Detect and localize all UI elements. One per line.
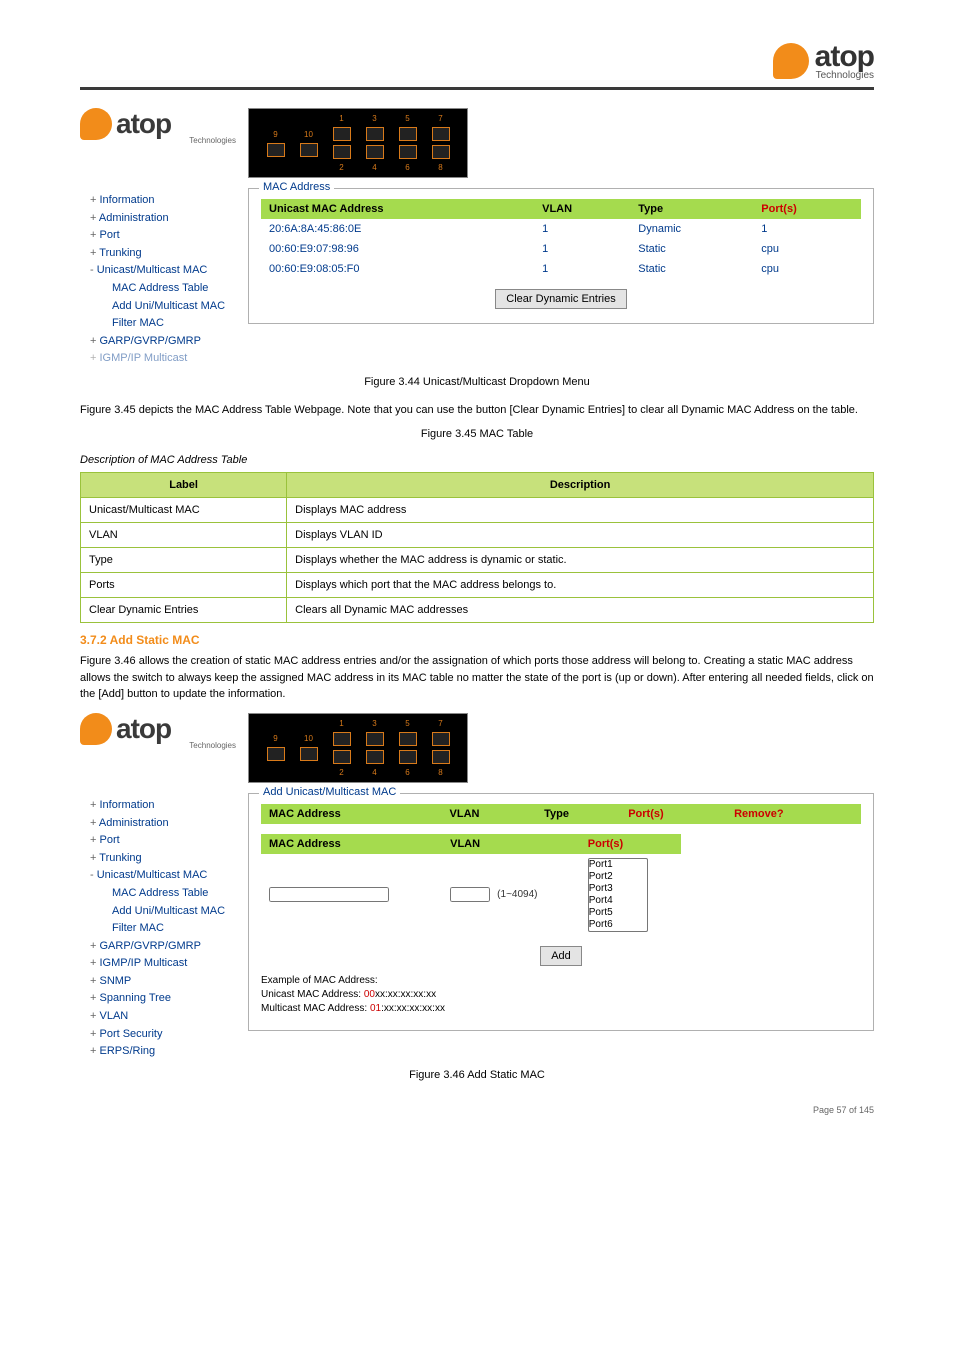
sidebar-item-spanning-tree[interactable]: Spanning Tree [90, 990, 240, 1008]
sidebar-item-vlan[interactable]: VLAN [90, 1008, 240, 1026]
sidebar-item-unicast-multicast-mac[interactable]: Unicast/Multicast MAC [90, 262, 240, 280]
table-row: Unicast/Multicast MACDisplays MAC addres… [81, 498, 874, 523]
sidebar-item-garp-gvrp-gmrp[interactable]: GARP/GVRP/GMRP [90, 938, 240, 956]
sidebar-item-trunking[interactable]: Trunking [90, 245, 240, 263]
th-vlan: VLAN [442, 834, 580, 854]
vlan-range-hint: (1~4094) [497, 889, 537, 900]
section-heading: 3.7.2 Add Static MAC [80, 633, 874, 647]
page-footer: Page 57 of 145 [80, 1105, 874, 1115]
sidebar-subitem-mac-address-table[interactable]: MAC Address Table [112, 885, 240, 903]
panel-title: MAC Address [259, 181, 334, 193]
sidebar-subitem-filter-mac[interactable]: Filter MAC [112, 920, 240, 938]
sidebar-item-erps-ring[interactable]: ERPS/Ring [90, 1043, 240, 1061]
sidebar-subitem-mac-address-table[interactable]: MAC Address Table [112, 280, 240, 298]
mac-address-input[interactable] [269, 887, 389, 902]
mac-address-example: Example of MAC Address: Unicast MAC Addr… [261, 974, 861, 1016]
sidebar-item-information[interactable]: Information [90, 797, 240, 815]
brand-name: atop [815, 40, 874, 74]
footer-right: Page 57 of 145 [813, 1105, 874, 1115]
switch-graphic: 9 10 12 34 56 78 [248, 108, 468, 178]
sidebar-subitem-add-uni-multicast-mac[interactable]: Add Uni/Multicast MAC [112, 903, 240, 921]
sidebar-item-administration[interactable]: Administration [90, 210, 240, 228]
sidebar-item-administration[interactable]: Administration [90, 815, 240, 833]
th-unicast-mac: Unicast MAC Address [261, 199, 534, 219]
th-ports: Port(s) [620, 804, 726, 824]
th-vlan: VLAN [442, 804, 537, 824]
brand-logo: atop Technologies [773, 40, 874, 81]
table-row: 20:6A:8A:45:86:0E1Dynamic1 [261, 219, 861, 239]
th-remove: Remove? [726, 804, 861, 824]
sidebar-nav-2: Information Administration Port Trunking… [80, 789, 240, 1061]
figure-caption: Figure 3.44 Unicast/Multicast Dropdown M… [80, 376, 874, 388]
add-mac-input-table: MAC Address VLAN Port(s) (1~4094) Port1 [261, 834, 681, 936]
ports-select[interactable]: Port1 Port2 Port3 Port4 Port5 Port6 [588, 858, 648, 932]
sidebar-item-port-security[interactable]: Port Security [90, 1026, 240, 1044]
panel-title: Add Unicast/Multicast MAC [259, 786, 400, 798]
brand-sub: Technologies [815, 70, 874, 81]
clear-dynamic-entries-button[interactable]: Clear Dynamic Entries [495, 289, 626, 309]
mac-address-panel: MAC Address Unicast MAC Address VLAN Typ… [248, 188, 874, 324]
th-mac-address: MAC Address [261, 834, 442, 854]
sidebar-subitem-add-uni-multicast-mac[interactable]: Add Uni/Multicast MAC [112, 298, 240, 316]
sidebar-item-unicast-multicast-mac[interactable]: Unicast/Multicast MAC [90, 867, 240, 885]
section-intro: Figure 3.46 allows the creation of stati… [80, 653, 874, 703]
example-title: Example of MAC Address: [261, 974, 861, 988]
sidebar-item-snmp[interactable]: SNMP [90, 973, 240, 991]
screenshot-2: atop Technologies 9 10 12 34 56 78 [80, 713, 874, 783]
th-mac-address: MAC Address [261, 804, 442, 824]
th-label: Label [81, 473, 287, 498]
figure-caption: Figure 3.46 Add Static MAC [80, 1069, 874, 1081]
table-row: VLANDisplays VLAN ID [81, 523, 874, 548]
sidebar-item-igmp-ip-multicast[interactable]: IGMP/IP Multicast [90, 350, 240, 368]
sidebar-nav: Information Administration Port Trunking… [80, 184, 240, 368]
table-row: 00:60:E9:07:98:961Staticcpu [261, 239, 861, 259]
th-vlan: VLAN [534, 199, 630, 219]
label-description-table: Label Description Unicast/Multicast MACD… [80, 472, 874, 623]
table-row: PortsDisplays which port that the MAC ad… [81, 573, 874, 598]
page-header: atop Technologies [80, 40, 874, 90]
th-type: Type [536, 804, 620, 824]
sidebar-item-igmp-ip-multicast[interactable]: IGMP/IP Multicast [90, 955, 240, 973]
th-description: Description [287, 473, 874, 498]
figure-intro: Figure 3.45 depicts the MAC Address Tabl… [80, 402, 874, 419]
add-mac-result-table: MAC Address VLAN Type Port(s) Remove? [261, 804, 861, 824]
table-description-heading: Description of MAC Address Table [80, 454, 874, 466]
sidebar-item-port[interactable]: Port [90, 832, 240, 850]
table-row: 00:60:E9:08:05:F01Staticcpu [261, 259, 861, 279]
brand-mark [773, 43, 809, 79]
th-type: Type [630, 199, 753, 219]
add-unicast-multicast-mac-panel: Add Unicast/Multicast MAC MAC Address VL… [248, 793, 874, 1031]
sidebar-item-information[interactable]: Information [90, 192, 240, 210]
figure-caption: Figure 3.45 MAC Table [80, 428, 874, 440]
sidebar-subitem-filter-mac[interactable]: Filter MAC [112, 315, 240, 333]
add-button[interactable]: Add [540, 946, 582, 966]
vlan-input[interactable] [450, 887, 490, 902]
mac-address-table: Unicast MAC Address VLAN Type Port(s) 20… [261, 199, 861, 279]
th-ports: Port(s) [753, 199, 861, 219]
screenshot-nav-panel: atop Technologies 9 10 12 34 56 78 [80, 108, 874, 178]
switch-graphic: 9 10 12 34 56 78 [248, 713, 468, 783]
table-row: Clear Dynamic EntriesClears all Dynamic … [81, 598, 874, 623]
sidebar-item-garp-gvrp-gmrp[interactable]: GARP/GVRP/GMRP [90, 333, 240, 351]
sidebar-item-trunking[interactable]: Trunking [90, 850, 240, 868]
table-row: TypeDisplays whether the MAC address is … [81, 548, 874, 573]
th-ports: Port(s) [580, 834, 681, 854]
sidebar-item-port[interactable]: Port [90, 227, 240, 245]
